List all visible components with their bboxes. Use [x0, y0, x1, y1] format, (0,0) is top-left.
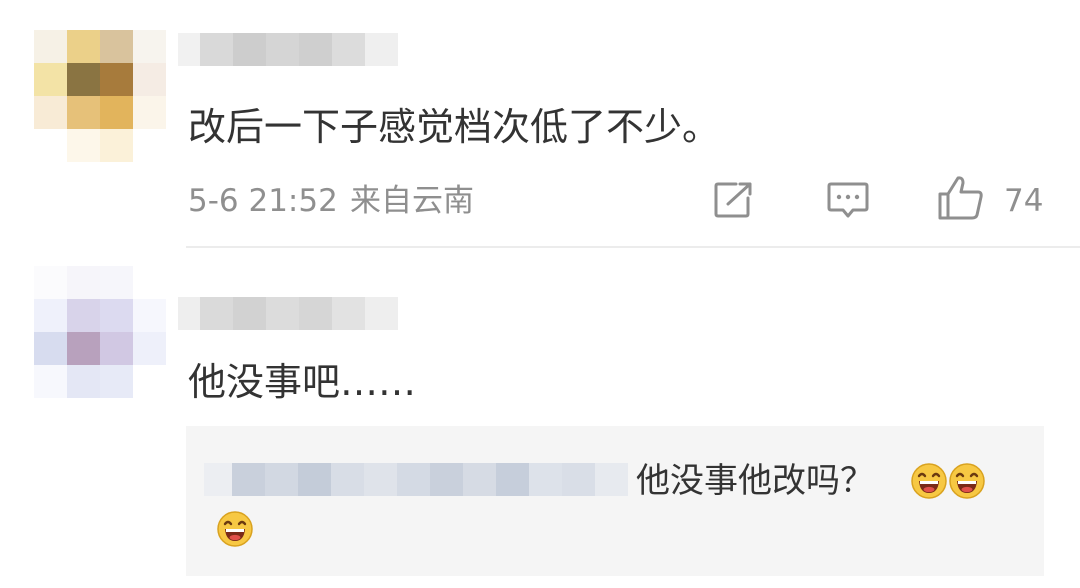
comment-divider	[186, 246, 1080, 248]
comment-icon[interactable]	[826, 180, 870, 222]
laughing-emoji-icon	[217, 511, 253, 547]
thumbs-up-icon[interactable]	[936, 174, 986, 222]
reply-username-redacted[interactable]	[204, 463, 628, 496]
comment-text: 改后一下子感觉档次低了不少。	[188, 105, 721, 149]
like-count: 74	[1004, 183, 1044, 219]
comment-location: 来自云南	[350, 183, 474, 219]
avatar[interactable]	[34, 266, 166, 398]
username-redacted[interactable]	[178, 297, 398, 330]
username-redacted[interactable]	[178, 33, 398, 66]
comment-date: 5-6 21:52	[188, 183, 338, 219]
reply-text: 他没事他改吗？	[636, 461, 874, 501]
comment-text: 他没事吧……	[188, 360, 417, 404]
share-icon[interactable]	[712, 180, 756, 220]
reply-box[interactable]: 他没事他改吗？	[186, 426, 1044, 576]
avatar[interactable]	[34, 30, 166, 162]
laughing-emoji-icon	[949, 463, 985, 499]
laughing-emoji-icon	[911, 463, 947, 499]
